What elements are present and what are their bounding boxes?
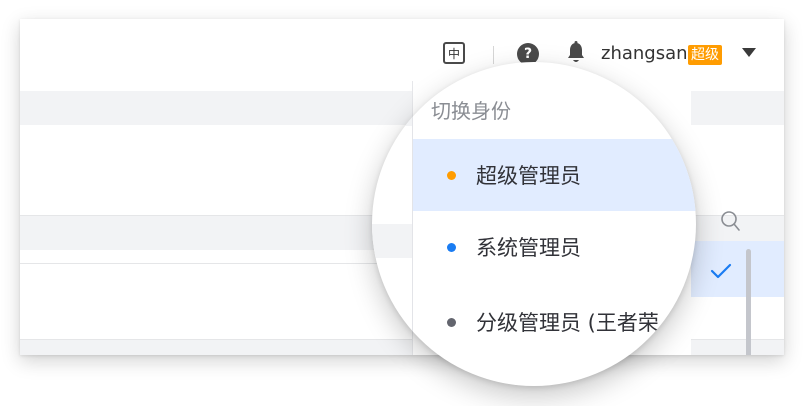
status-dot bbox=[447, 242, 456, 252]
language-label: 中 bbox=[447, 46, 460, 61]
content-table-header bbox=[372, 224, 412, 258]
language-switch-icon[interactable]: 中 bbox=[443, 42, 465, 64]
menu-option-system-admin[interactable]: 系统管理员 bbox=[413, 211, 696, 283]
menu-option-grade-admin[interactable]: 分级管理员 (王者荣 bbox=[413, 286, 696, 358]
scrollbar[interactable] bbox=[746, 249, 751, 355]
search-icon[interactable] bbox=[720, 209, 742, 233]
status-dot bbox=[447, 170, 456, 180]
status-dot bbox=[447, 317, 456, 327]
content-divider bbox=[372, 332, 412, 333]
menu-option-label: 超级管理员 bbox=[476, 164, 581, 188]
caret-down-icon[interactable] bbox=[742, 48, 756, 57]
magnifier-lens: 切换身份 超级管理员 系统管理员 分级管理员 (王者荣 bbox=[372, 62, 696, 386]
selected-list-row[interactable] bbox=[690, 241, 784, 297]
content-header-band bbox=[372, 92, 412, 126]
check-icon bbox=[710, 263, 732, 279]
menu-option-label: 分级管理员 (王者荣 bbox=[476, 311, 659, 335]
menu-section-title: 切换身份 bbox=[431, 99, 511, 123]
help-label: ? bbox=[523, 46, 533, 62]
menu-option-super-admin[interactable]: 超级管理员 bbox=[413, 139, 696, 211]
menu-option-label: 系统管理员 bbox=[476, 236, 581, 260]
identity-switch-menu: 切换身份 超级管理员 系统管理员 分级管理员 (王者荣 bbox=[372, 62, 696, 386]
